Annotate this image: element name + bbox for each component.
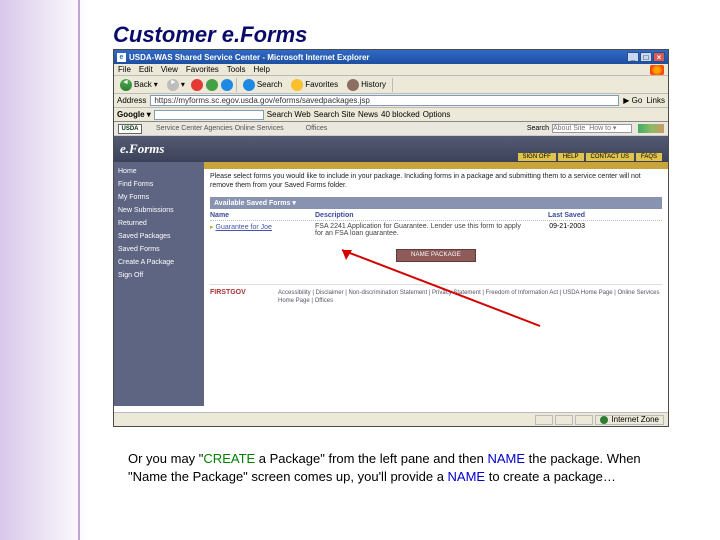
google-search-site-button[interactable]: Search Site xyxy=(314,110,355,119)
available-forms-header[interactable]: Available Saved Forms ▾ xyxy=(210,197,662,209)
go-button[interactable]: ▶ Go xyxy=(623,96,642,105)
google-popup-blocked[interactable]: 40 blocked xyxy=(381,110,420,119)
menu-bar: File Edit View Favorites Tools Help xyxy=(114,64,668,76)
browser-window: e USDA-WAS Shared Service Center - Micro… xyxy=(113,49,669,427)
page-footer: FIRSTGOV Accessibility | Disclaimer | No… xyxy=(210,284,662,306)
menu-file[interactable]: File xyxy=(118,65,131,74)
header-link-signoff[interactable]: SIGN OFF xyxy=(518,153,556,161)
status-bar: Internet Zone xyxy=(114,412,668,426)
google-news-button[interactable]: News xyxy=(358,110,378,119)
nav-new-submissions[interactable]: New Submissions xyxy=(118,207,200,214)
col-date-header[interactable]: Last Saved xyxy=(525,212,585,219)
status-cell xyxy=(575,415,593,425)
header-link-help[interactable]: HELP xyxy=(558,153,584,161)
back-button[interactable]: Back ▾ xyxy=(117,78,161,92)
usda-search-label: Search xyxy=(527,125,549,132)
close-button[interactable]: × xyxy=(653,52,665,62)
usda-search-input[interactable] xyxy=(552,124,632,133)
google-search-input[interactable] xyxy=(154,110,264,120)
name-package-button[interactable]: NAME PACKAGE xyxy=(396,249,476,262)
forward-button[interactable]: ▾ xyxy=(164,78,188,92)
usda-tab-services[interactable]: Service Center Agencies Online Services xyxy=(156,125,284,132)
nav-sign-off[interactable]: Sign Off xyxy=(118,272,200,279)
google-options-button[interactable]: Options xyxy=(423,110,451,119)
ie-throbber-icon xyxy=(650,65,664,75)
header-link-contact[interactable]: CONTACT US xyxy=(586,153,634,161)
nav-my-forms[interactable]: My Forms xyxy=(118,194,200,201)
history-icon xyxy=(347,79,359,91)
stop-button[interactable] xyxy=(191,79,203,91)
globe-icon xyxy=(600,416,608,424)
menu-edit[interactable]: Edit xyxy=(139,65,153,74)
row-description: FSA 2241 Application for Guarantee. Lend… xyxy=(315,223,525,237)
intro-text: Please select forms you would like to in… xyxy=(210,173,662,191)
home-button[interactable] xyxy=(221,79,233,91)
firstgov-logo[interactable]: FIRSTGOV xyxy=(210,289,268,306)
usda-logo: USDA xyxy=(118,124,142,134)
address-bar: Address https://myforms.sc.egov.usda.gov… xyxy=(114,94,668,108)
usda-header-bar: USDA Service Center Agencies Online Serv… xyxy=(114,122,668,136)
links-menu[interactable]: Links xyxy=(646,96,665,105)
star-icon xyxy=(291,79,303,91)
forms-table: Name Description Last Saved ▸Guarantee f… xyxy=(210,211,662,239)
header-photo-strip xyxy=(638,124,664,133)
history-toolbar-button[interactable]: History xyxy=(344,78,389,92)
menu-tools[interactable]: Tools xyxy=(227,65,246,74)
gold-divider xyxy=(204,162,668,169)
google-logo[interactable]: Google ▾ xyxy=(117,110,151,119)
refresh-button[interactable] xyxy=(206,79,218,91)
main-panel: Please select forms you would like to in… xyxy=(204,162,668,406)
left-nav: Home Find Forms My Forms New Submissions… xyxy=(114,162,204,406)
row-bullet-icon: ▸ xyxy=(210,224,214,231)
menu-help[interactable]: Help xyxy=(253,65,269,74)
search-toolbar-button[interactable]: Search xyxy=(240,78,285,92)
nav-toolbar: Back ▾ ▾ Search Favorites History xyxy=(114,76,668,94)
maximize-button[interactable]: □ xyxy=(640,52,652,62)
slide-caption: Or you may "CREATE a Package" from the l… xyxy=(128,450,648,485)
window-title: USDA-WAS Shared Service Center - Microso… xyxy=(129,53,627,62)
menu-favorites[interactable]: Favorites xyxy=(186,65,219,74)
google-toolbar: Google ▾ Search Web Search Site News 40 … xyxy=(114,108,668,122)
table-row: ▸Guarantee for Joe FSA 2241 Application … xyxy=(210,221,662,239)
row-date: 09-21-2003 xyxy=(525,223,585,237)
forward-icon xyxy=(167,79,179,91)
security-zone: Internet Zone xyxy=(595,415,664,425)
eforms-logo: e.Forms xyxy=(120,141,164,157)
nav-saved-packages[interactable]: Saved Packages xyxy=(118,233,200,240)
favorites-toolbar-button[interactable]: Favorites xyxy=(288,78,341,92)
form-link-guarantee[interactable]: Guarantee for Joe xyxy=(216,224,272,231)
nav-home[interactable]: Home xyxy=(118,168,200,175)
col-desc-header[interactable]: Description xyxy=(315,212,525,219)
eforms-banner: e.Forms SIGN OFF HELP CONTACT US FAQS xyxy=(114,136,668,162)
window-titlebar: e USDA-WAS Shared Service Center - Micro… xyxy=(114,50,668,64)
menu-view[interactable]: View xyxy=(161,65,178,74)
footer-links[interactable]: Accessibility | Disclaimer | Non-discrim… xyxy=(278,289,662,306)
status-cell xyxy=(535,415,553,425)
table-header-row: Name Description Last Saved xyxy=(210,211,662,221)
nav-create-package[interactable]: Create A Package xyxy=(118,259,200,266)
col-name-header[interactable]: Name xyxy=(210,212,315,219)
address-label: Address xyxy=(117,96,146,105)
usda-tab-offices[interactable]: Offices xyxy=(306,125,328,132)
google-search-web-button[interactable]: Search Web xyxy=(267,110,311,119)
search-icon xyxy=(243,79,255,91)
page-content: USDA Service Center Agencies Online Serv… xyxy=(114,122,668,412)
slide-title: Customer e.Forms xyxy=(113,22,307,48)
nav-saved-forms[interactable]: Saved Forms xyxy=(118,246,200,253)
back-icon xyxy=(120,79,132,91)
nav-find-forms[interactable]: Find Forms xyxy=(118,181,200,188)
minimize-button[interactable]: _ xyxy=(627,52,639,62)
status-cell xyxy=(555,415,573,425)
ie-icon: e xyxy=(117,53,126,62)
header-link-faqs[interactable]: FAQS xyxy=(636,153,662,161)
address-input[interactable]: https://myforms.sc.egov.usda.gov/eforms/… xyxy=(150,95,619,106)
nav-returned[interactable]: Returned xyxy=(118,220,200,227)
